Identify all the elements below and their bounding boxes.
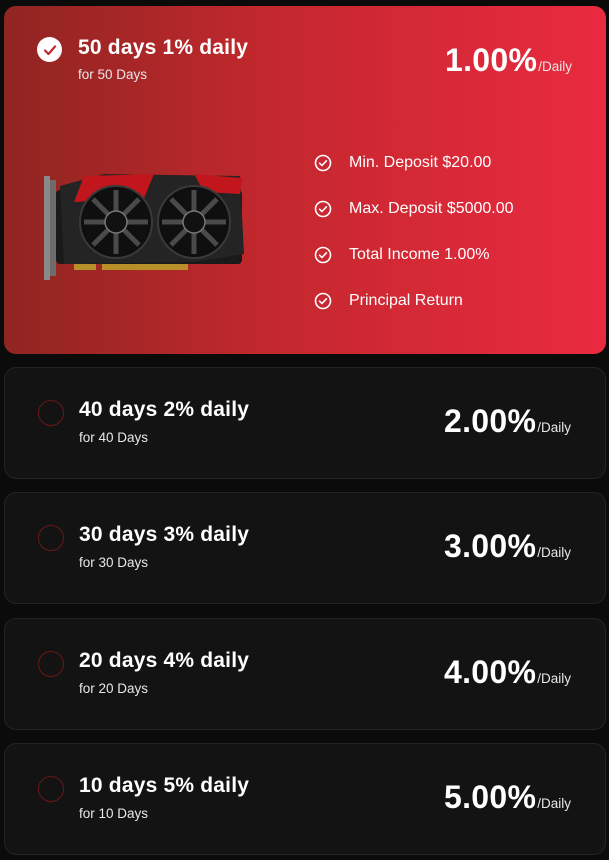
rate-unit: /Daily — [537, 545, 571, 560]
plan-card[interactable]: 40 days 2% daily for 40 Days 2.00% /Dail… — [4, 367, 606, 479]
plan-subtitle: for 10 Days — [79, 806, 149, 821]
plan-title: 30 days 3% daily — [79, 523, 250, 546]
rate-value: 3.00% — [444, 528, 537, 564]
feature-item: Principal Return — [314, 278, 574, 324]
feature-item: Total Income 1.00% — [314, 232, 574, 278]
plan-title: 20 days 4% daily — [79, 649, 250, 672]
plan-card-selected[interactable]: 50 days 1% daily for 50 Days 1.00% /Dail… — [4, 6, 606, 354]
check-circle-icon — [314, 200, 332, 218]
feature-text: Max. Deposit $5000.00 — [349, 200, 514, 217]
plan-radio[interactable] — [38, 776, 64, 802]
feature-item: Max. Deposit $5000.00 — [314, 186, 574, 232]
rate-value: 5.00% — [444, 779, 537, 815]
plan-card[interactable]: 30 days 3% daily for 30 Days 3.00% /Dail… — [4, 492, 606, 604]
plan-card[interactable]: 10 days 5% daily for 10 Days 5.00% /Dail… — [4, 743, 606, 855]
rate-value: 1.00% — [445, 42, 538, 78]
plan-rate: 5.00% /Daily — [444, 779, 571, 816]
rate-unit: /Daily — [537, 796, 571, 811]
plan-subtitle: for 50 Days — [78, 67, 148, 82]
feature-item: Min. Deposit $20.00 — [314, 140, 574, 186]
plan-rate: 3.00% /Daily — [444, 528, 571, 565]
plan-subtitle: for 20 Days — [79, 681, 149, 696]
check-circle-icon — [314, 246, 332, 264]
plan-subtitle: for 30 Days — [79, 555, 149, 570]
plan-title: 40 days 2% daily — [79, 398, 250, 421]
plan-subtitle: for 40 Days — [79, 430, 149, 445]
rate-value: 2.00% — [444, 403, 537, 439]
plan-list: 50 days 1% daily for 50 Days 1.00% /Dail… — [0, 0, 609, 860]
plan-radio[interactable] — [38, 525, 64, 551]
check-icon[interactable] — [37, 37, 62, 62]
plan-rate: 2.00% /Daily — [444, 403, 571, 440]
check-circle-icon — [314, 292, 332, 310]
plan-title: 50 days 1% daily — [78, 36, 249, 59]
check-circle-icon — [314, 154, 332, 172]
graphics-card-icon — [44, 174, 244, 280]
plan-radio[interactable] — [38, 400, 64, 426]
plan-radio[interactable] — [38, 651, 64, 677]
feature-text: Principal Return — [349, 292, 463, 309]
feature-text: Total Income 1.00% — [349, 246, 490, 263]
rate-unit: /Daily — [538, 59, 572, 74]
plan-rate: 4.00% /Daily — [444, 654, 571, 691]
feature-text: Min. Deposit $20.00 — [349, 154, 492, 171]
plan-features: Min. Deposit $20.00 Max. Deposit $5000.0… — [314, 140, 574, 324]
plan-card[interactable]: 20 days 4% daily for 20 Days 4.00% /Dail… — [4, 618, 606, 730]
rate-value: 4.00% — [444, 654, 537, 690]
plan-rate: 1.00% /Daily — [445, 42, 572, 79]
plan-title: 10 days 5% daily — [79, 774, 250, 797]
rate-unit: /Daily — [537, 671, 571, 686]
rate-unit: /Daily — [537, 420, 571, 435]
